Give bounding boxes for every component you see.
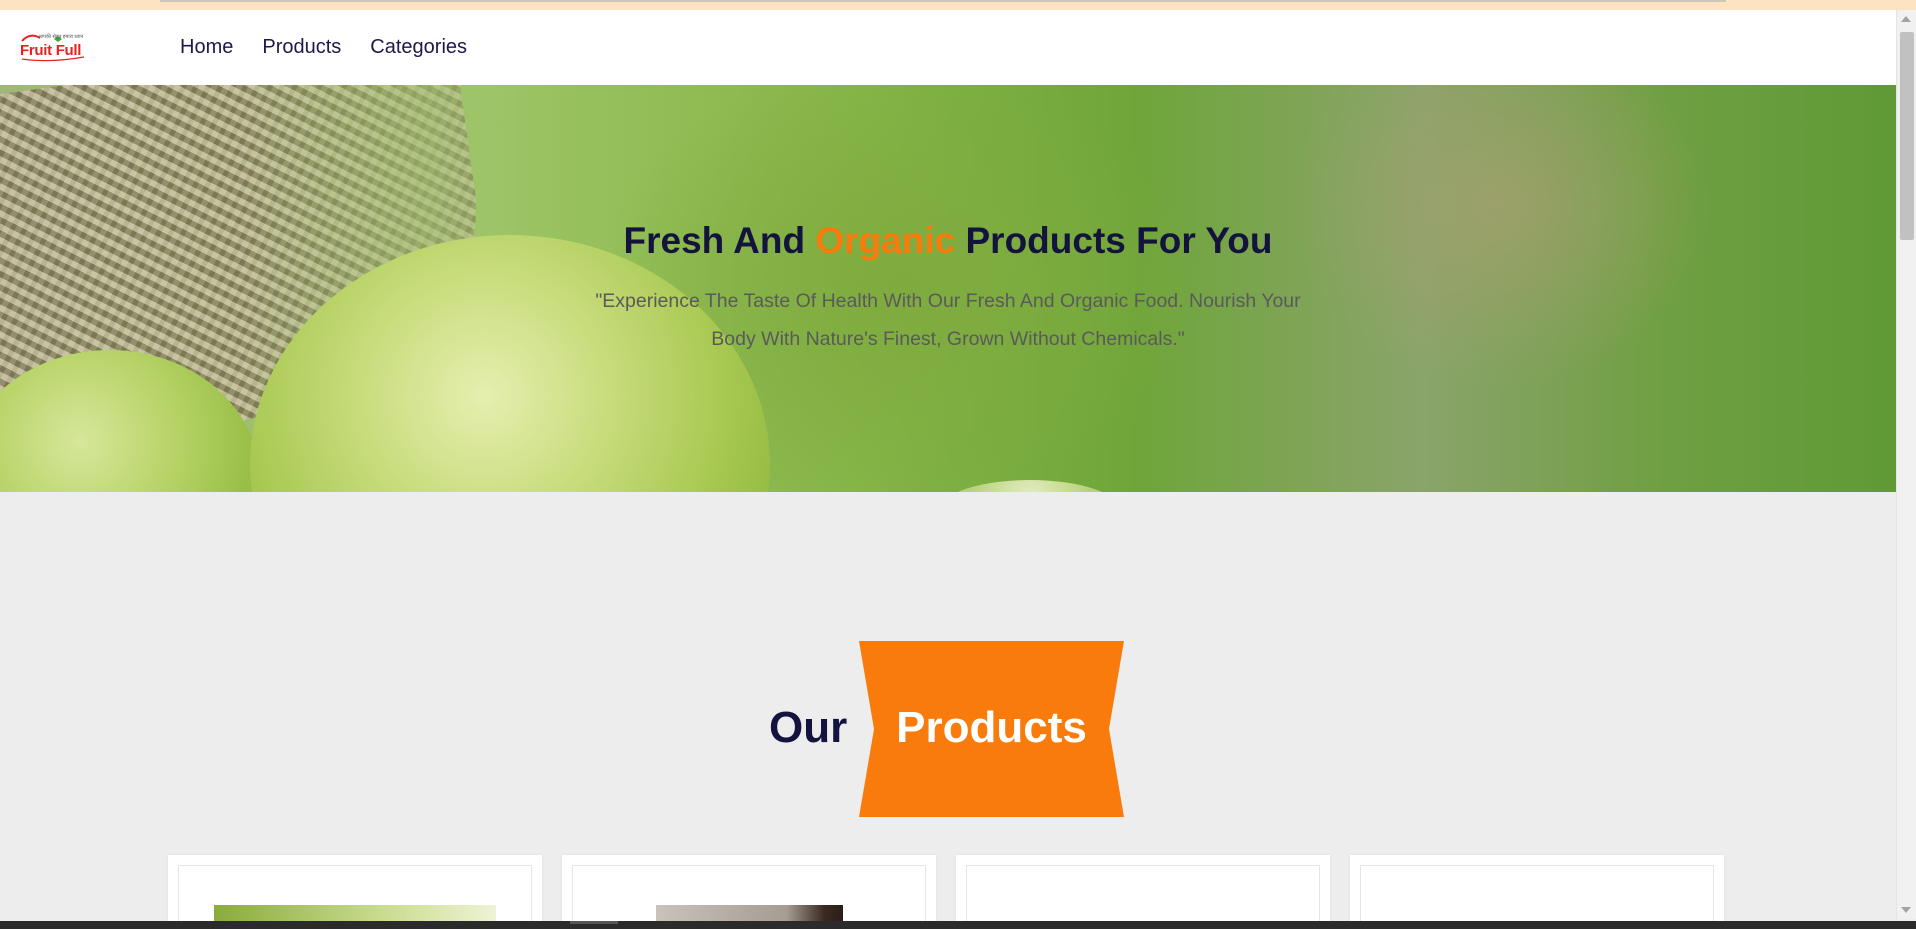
product-card-inner	[178, 865, 532, 929]
os-taskbar	[0, 921, 1916, 929]
fruit-full-logo[interactable]: आपकी सेहत हमारा ध्यान Fruit Full	[20, 32, 86, 62]
logo-brand-text: Fruit Full	[20, 42, 82, 59]
hero-title-part2: Products For You	[955, 220, 1273, 261]
product-card-inner	[966, 865, 1320, 929]
nav-link-categories[interactable]: Categories	[370, 36, 467, 59]
product-card-inner	[1360, 865, 1714, 929]
product-card[interactable]	[1350, 855, 1724, 929]
nav-link-products[interactable]: Products	[262, 36, 341, 59]
products-ribbon: Products	[859, 641, 1124, 817]
product-card-inner	[572, 865, 926, 929]
product-card[interactable]	[956, 855, 1330, 929]
nav-link-home[interactable]: Home	[180, 36, 233, 59]
scroll-up-arrow-icon[interactable]	[1901, 16, 1911, 22]
product-card-grid	[168, 855, 1728, 929]
scrollbar-thumb[interactable]	[1900, 32, 1914, 240]
our-products-heading: Our Products	[0, 641, 1896, 817]
logo-tagline: आपकी सेहत हमारा ध्यान	[38, 34, 84, 40]
hero-subtitle: "Experience The Taste Of Health With Our…	[595, 290, 1301, 350]
hero-title-accent: Organic	[815, 220, 956, 261]
page-scrollbar[interactable]	[1896, 10, 1916, 919]
hero-title-part1: Fresh And	[623, 220, 816, 261]
hero-banner: Fresh And Organic Products For You "Expe…	[0, 85, 1896, 492]
hero-text-block: Fresh And Organic Products For You "Expe…	[0, 85, 1896, 492]
heading-our: Our	[769, 703, 848, 752]
product-card[interactable]	[562, 855, 936, 929]
scroll-down-arrow-icon[interactable]	[1901, 907, 1911, 913]
top-strip-line	[160, 0, 1726, 2]
product-card[interactable]	[168, 855, 542, 929]
navbar: आपकी सेहत हमारा ध्यान Fruit Full Home Pr…	[0, 10, 1896, 85]
hero-title: Fresh And Organic Products For You	[0, 220, 1896, 262]
taskbar-item[interactable]	[570, 921, 618, 924]
main-nav: Home Products Categories	[180, 10, 467, 85]
top-strip	[0, 0, 1916, 10]
heading-products: Products	[896, 703, 1087, 752]
